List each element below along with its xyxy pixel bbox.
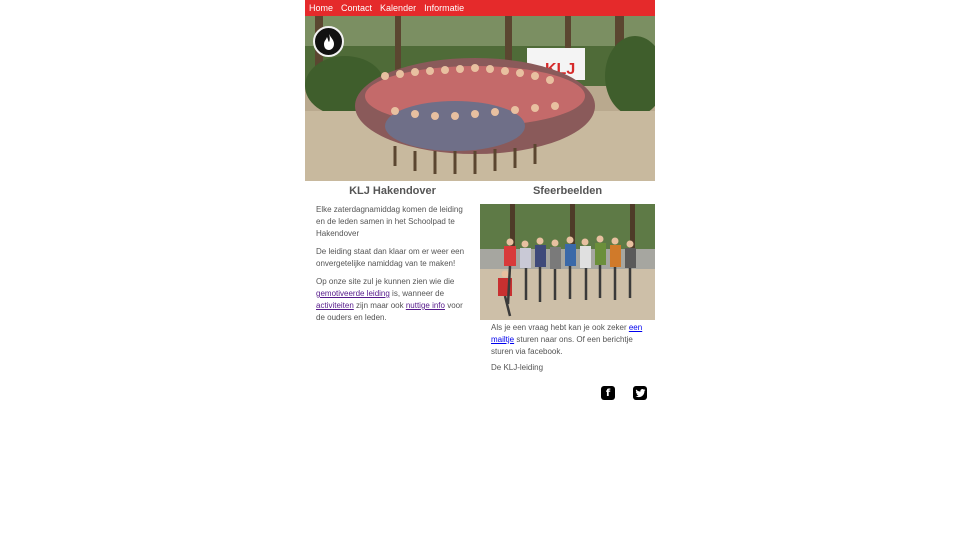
gallery-column: Sfeerbeelden Als je een vraag hebt kan j…: [480, 181, 655, 400]
intro-text: zijn maar ook: [353, 301, 406, 310]
page-container: Home Contact Kalender Informatie KLJ KLJ…: [305, 0, 655, 400]
gallery-title: Sfeerbeelden: [532, 185, 603, 197]
nav-home[interactable]: Home: [309, 0, 333, 16]
nav-contact[interactable]: Contact: [341, 0, 372, 16]
leiding-link[interactable]: gemotiveerde leiding: [316, 289, 390, 298]
contact-text-part: Als je een vraag hebt kan je ook zeker: [491, 323, 629, 332]
top-nav: Home Contact Kalender Informatie: [305, 0, 655, 16]
nuttige-info-link[interactable]: nuttige info: [406, 301, 445, 310]
intro-column: KLJ Hakendover Elke zaterdagnamiddag kom…: [305, 181, 480, 400]
intro-paragraph-3: Op onze site zul je kunnen zien wie die …: [316, 276, 469, 324]
twitter-icon[interactable]: [633, 386, 647, 400]
content-columns: KLJ Hakendover Elke zaterdagnamiddag kom…: [305, 181, 655, 400]
intro-title: KLJ Hakendover: [349, 185, 436, 197]
intro-text: is, wanneer de: [389, 289, 445, 298]
hero-group-photo: KLJ: [305, 16, 655, 181]
nav-kalender[interactable]: Kalender: [380, 0, 416, 16]
intro-paragraph-1: Elke zaterdagnamiddag komen de leiding e…: [316, 205, 463, 238]
contact-text: Als je een vraag hebt kan je ook zeker e…: [480, 322, 644, 374]
signature: De KLJ-leiding: [491, 363, 544, 372]
flame-icon: [313, 26, 344, 57]
facebook-icon[interactable]: f: [601, 386, 615, 400]
nav-informatie[interactable]: Informatie: [424, 0, 464, 16]
social-links: f: [480, 386, 655, 400]
intro-paragraph-2: De leiding staat dan klaar om er weer ee…: [316, 247, 465, 268]
intro-text: Op onze site zul je kunnen zien wie die: [316, 277, 455, 286]
contact-paragraph: Als je een vraag hebt kan je ook zeker e…: [491, 322, 644, 358]
sfeerbeeld-photo: [480, 204, 655, 320]
activiteiten-link[interactable]: activiteiten: [316, 301, 354, 310]
